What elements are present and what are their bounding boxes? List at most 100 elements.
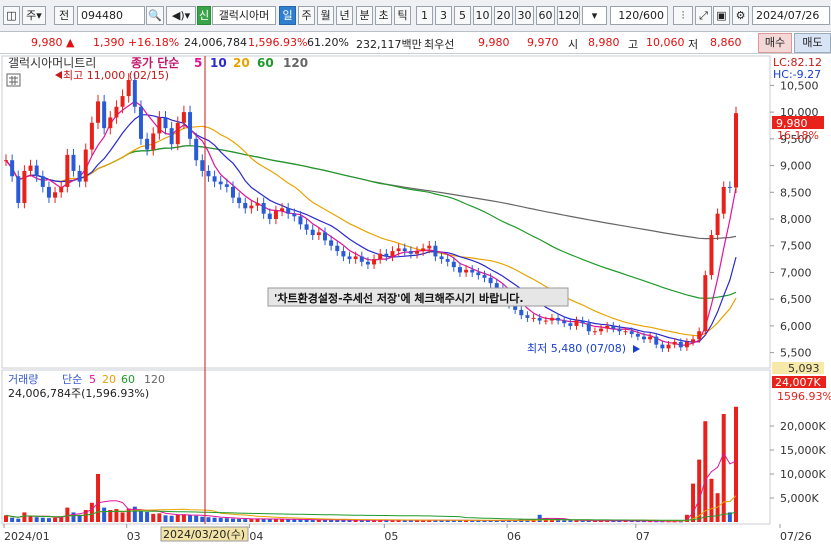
ma20-label: 20	[233, 56, 250, 70]
volume-bar	[230, 518, 235, 522]
volume-bar	[40, 517, 45, 522]
stock-code-input[interactable]: 094480	[77, 6, 145, 25]
count-input[interactable]: 120/600	[610, 6, 668, 25]
low-price: 8,860	[710, 36, 742, 49]
candle	[212, 176, 217, 182]
new-badge[interactable]: 신	[197, 6, 211, 25]
interval-dropdown[interactable]: ▾	[582, 6, 607, 25]
period-week[interactable]: 주	[298, 6, 315, 25]
toolbar: ◫ 주▾ 전 094480 🔍 ◀)▾ 신 갤럭시아머 일 주 월 년 분 초 …	[0, 0, 831, 32]
stock-name-field[interactable]: 갤럭시아머	[212, 6, 276, 25]
candle	[537, 317, 542, 321]
candle	[46, 186, 51, 198]
buy-button[interactable]: 매수	[758, 33, 792, 53]
period-second[interactable]: 초	[375, 6, 392, 25]
interval-20[interactable]: 20	[494, 6, 513, 25]
chart-line-icon[interactable]: ⤢	[695, 6, 712, 25]
volume-bar	[243, 519, 248, 522]
volume-bar	[709, 478, 714, 522]
candle	[181, 112, 186, 123]
vol-ma5-label: 5	[89, 373, 96, 386]
candle	[433, 245, 438, 257]
grid-icon[interactable]	[6, 73, 21, 87]
candle	[365, 261, 370, 265]
vol-value-text: 24,006,784주(1,596.93%)	[8, 387, 149, 400]
candle	[574, 320, 579, 326]
candle	[298, 216, 303, 225]
volume-bar	[4, 515, 8, 522]
interval-60[interactable]: 60	[536, 6, 555, 25]
prev-button[interactable]: 전	[54, 6, 74, 25]
vol-ma-label: 단순	[62, 373, 82, 386]
vol-ma60-label: 60	[121, 373, 135, 386]
x-tick-label: 03	[127, 530, 141, 543]
market-select[interactable]: 주▾	[22, 6, 46, 25]
period-tick[interactable]: 틱	[394, 6, 411, 25]
price-tick-label: 5,500	[780, 347, 812, 360]
interval-10[interactable]: 10	[473, 6, 492, 25]
volume-bar	[157, 513, 162, 522]
interval-3[interactable]: 3	[435, 6, 452, 25]
price-tick-label: 8,500	[780, 186, 812, 199]
period-minute[interactable]: 분	[356, 6, 373, 25]
candle	[721, 186, 726, 214]
period-month[interactable]: 월	[317, 6, 334, 25]
volume-bar	[697, 459, 702, 522]
period-day[interactable]: 일	[279, 6, 296, 25]
volume-bar	[169, 515, 174, 522]
candle	[132, 80, 137, 107]
quote-bar: 9,980 ▲ 1,390 +16.18% 24,006,784 1,596.9…	[0, 32, 831, 54]
layout-icon[interactable]: ◫	[3, 6, 20, 25]
candle	[96, 101, 101, 123]
candle	[335, 245, 340, 252]
volume-bar	[703, 421, 708, 522]
candle	[4, 160, 8, 162]
candle-icon[interactable]: ⫶	[673, 6, 693, 25]
price-tick-label: 9,000	[780, 160, 812, 173]
x-tick-label: 07	[636, 530, 650, 543]
candle	[188, 112, 193, 139]
volume-bar	[292, 519, 297, 522]
vol-tag2: 24,007K	[775, 376, 821, 389]
candle	[157, 117, 162, 134]
search-icon[interactable]: 🔍	[146, 6, 164, 25]
sound-icon[interactable]: ◀)▾	[166, 6, 196, 25]
candle	[237, 197, 242, 203]
candle	[243, 202, 248, 209]
interval-120[interactable]: 120	[557, 6, 580, 25]
x-tick-label: 06	[507, 530, 521, 543]
candle	[734, 113, 738, 188]
high-price: 10,060	[646, 36, 685, 49]
ma60-label: 60	[257, 56, 274, 70]
date-input[interactable]: 2024/07/26	[752, 6, 830, 25]
candle	[660, 344, 665, 349]
candle	[22, 170, 27, 203]
candle	[525, 315, 530, 318]
candle	[28, 165, 33, 171]
interval-1[interactable]: 1	[416, 6, 433, 25]
sell-button[interactable]: 매도	[794, 33, 831, 53]
volume-bar	[267, 519, 272, 522]
price-tick-label: 7,000	[780, 266, 812, 279]
save-icon[interactable]: ▣	[713, 6, 730, 25]
volume-bar	[237, 518, 242, 522]
hc-value: HC:-9.27	[773, 68, 821, 81]
period-year[interactable]: 년	[336, 6, 353, 25]
volume-bar	[734, 406, 738, 522]
candlestick-chart[interactable]: 10,50010,0009,5009,0008,5008,0007,5007,0…	[0, 54, 831, 545]
candle	[372, 259, 377, 265]
settings-icon[interactable]: ⚙	[732, 6, 749, 25]
interval-30[interactable]: 30	[515, 6, 534, 25]
volume-bar	[224, 518, 229, 522]
candle	[470, 269, 475, 273]
x-tick-label: 07/26	[780, 530, 812, 543]
price-tick-label: 7,500	[780, 240, 812, 253]
candle	[267, 213, 272, 220]
candle	[194, 138, 199, 161]
candle	[218, 181, 223, 185]
candle	[672, 341, 677, 345]
candle	[273, 210, 278, 220]
vol-ma120-label: 120	[144, 373, 165, 386]
interval-5[interactable]: 5	[454, 6, 471, 25]
volume-bar	[206, 517, 211, 522]
